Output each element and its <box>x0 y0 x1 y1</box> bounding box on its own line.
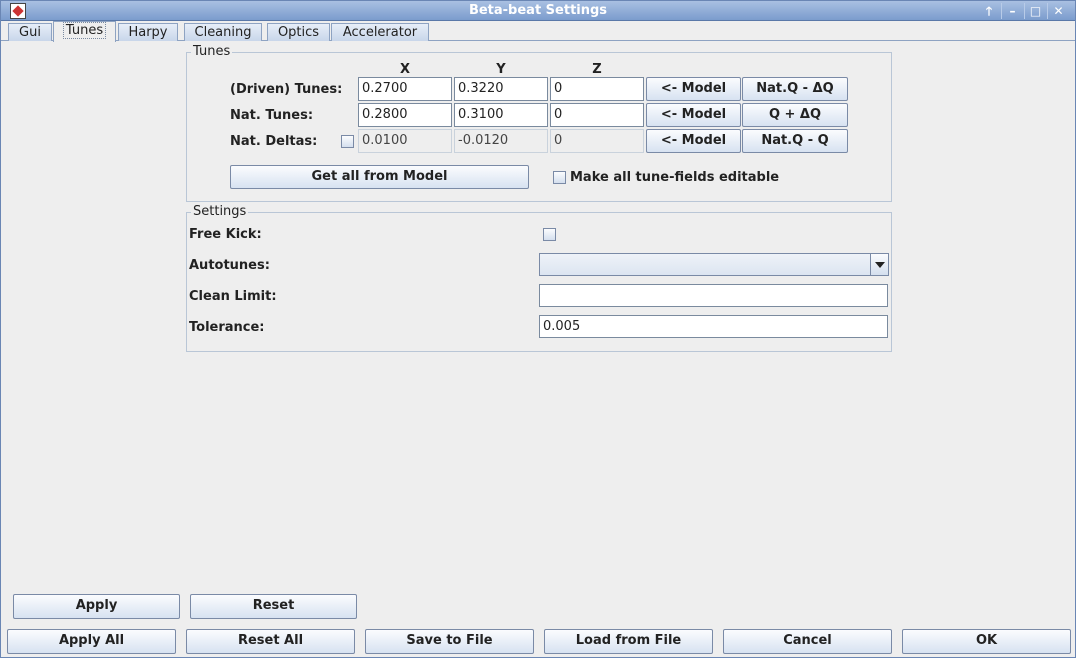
driven-model-button[interactable]: <- Model <box>646 77 741 101</box>
nat-model-button[interactable]: <- Model <box>646 103 741 127</box>
tab-tunes[interactable]: Tunes <box>53 21 116 42</box>
tab-label: Cleaning <box>194 25 252 40</box>
reset-button[interactable]: Reset <box>190 594 357 619</box>
reset-all-button[interactable]: Reset All <box>186 629 355 654</box>
close-icon[interactable]: ✕ <box>1047 3 1069 19</box>
tab-optics[interactable]: Optics <box>267 23 330 41</box>
driven-tunes-label: (Driven) Tunes: <box>230 82 343 97</box>
tab-label: Optics <box>277 25 320 40</box>
nat-tune-z-field[interactable]: 0 <box>550 103 644 127</box>
settings-window: Beta-beat Settings 🡑 – □ ✕ Gui Tunes Har… <box>0 0 1076 658</box>
col-header-z: Z <box>592 62 602 77</box>
free-kick-label: Free Kick: <box>189 227 262 242</box>
driven-tune-x-field[interactable]: 0.2700 <box>358 77 452 101</box>
editable-label: Make all tune-fields editable <box>570 170 780 185</box>
clean-limit-label: Clean Limit: <box>189 289 277 304</box>
tab-label: Tunes <box>62 22 107 39</box>
nat-delta-y-field: -0.0120 <box>454 129 548 153</box>
tolerance-field[interactable]: 0.005 <box>539 315 888 338</box>
window-up-icon[interactable]: 🡑 <box>978 3 1000 19</box>
nat-delta-x-field: 0.0100 <box>358 129 452 153</box>
nat-deltas-label: Nat. Deltas: <box>230 134 318 149</box>
q-plus-dq-button[interactable]: Q + ΔQ <box>742 103 848 127</box>
minimize-icon[interactable]: – <box>1001 3 1023 19</box>
nat-deltas-checkbox[interactable] <box>341 135 354 148</box>
ok-button[interactable]: OK <box>902 629 1071 654</box>
nat-tunes-label: Nat. Tunes: <box>230 108 314 123</box>
col-header-x: X <box>399 62 411 77</box>
load-from-file-button[interactable]: Load from File <box>544 629 713 654</box>
save-to-file-button[interactable]: Save to File <box>365 629 534 654</box>
tab-accelerator[interactable]: Accelerator <box>331 23 429 41</box>
cancel-button[interactable]: Cancel <box>723 629 892 654</box>
tab-label: Gui <box>19 25 41 40</box>
col-header-y: Y <box>496 62 506 77</box>
tab-label: Harpy <box>128 25 168 40</box>
autotunes-label: Autotunes: <box>189 258 270 273</box>
tab-cleaning[interactable]: Cleaning <box>184 23 262 41</box>
tab-label: Accelerator <box>342 25 418 40</box>
free-kick-checkbox[interactable] <box>543 228 556 241</box>
window-title: Beta-beat Settings <box>468 3 608 18</box>
title-bar: Beta-beat Settings 🡑 – □ ✕ <box>1 1 1075 21</box>
tab-gui[interactable]: Gui <box>8 23 52 41</box>
get-all-from-model-button[interactable]: Get all from Model <box>230 165 529 189</box>
settings-legend: Settings <box>191 204 249 219</box>
driven-tune-z-field[interactable]: 0 <box>550 77 644 101</box>
nat-q-minus-dq-button[interactable]: Nat.Q - ΔQ <box>742 77 848 101</box>
nat-delta-z-field: 0 <box>550 129 644 153</box>
tolerance-label: Tolerance: <box>189 320 265 335</box>
editable-checkbox[interactable] <box>553 171 566 184</box>
nat-tune-x-field[interactable]: 0.2800 <box>358 103 452 127</box>
apply-all-button[interactable]: Apply All <box>7 629 176 654</box>
maximize-icon[interactable]: □ <box>1024 3 1046 19</box>
tab-harpy[interactable]: Harpy <box>118 23 178 41</box>
tunes-legend: Tunes <box>191 44 233 59</box>
nat-tune-y-field[interactable]: 0.3100 <box>454 103 548 127</box>
nat-q-minus-q-button[interactable]: Nat.Q - Q <box>742 129 848 153</box>
clean-limit-field[interactable] <box>539 284 888 307</box>
chevron-down-icon[interactable] <box>870 254 888 275</box>
driven-tune-y-field[interactable]: 0.3220 <box>454 77 548 101</box>
autotunes-select[interactable] <box>539 253 889 276</box>
apply-button[interactable]: Apply <box>13 594 180 619</box>
deltas-model-button[interactable]: <- Model <box>646 129 741 153</box>
